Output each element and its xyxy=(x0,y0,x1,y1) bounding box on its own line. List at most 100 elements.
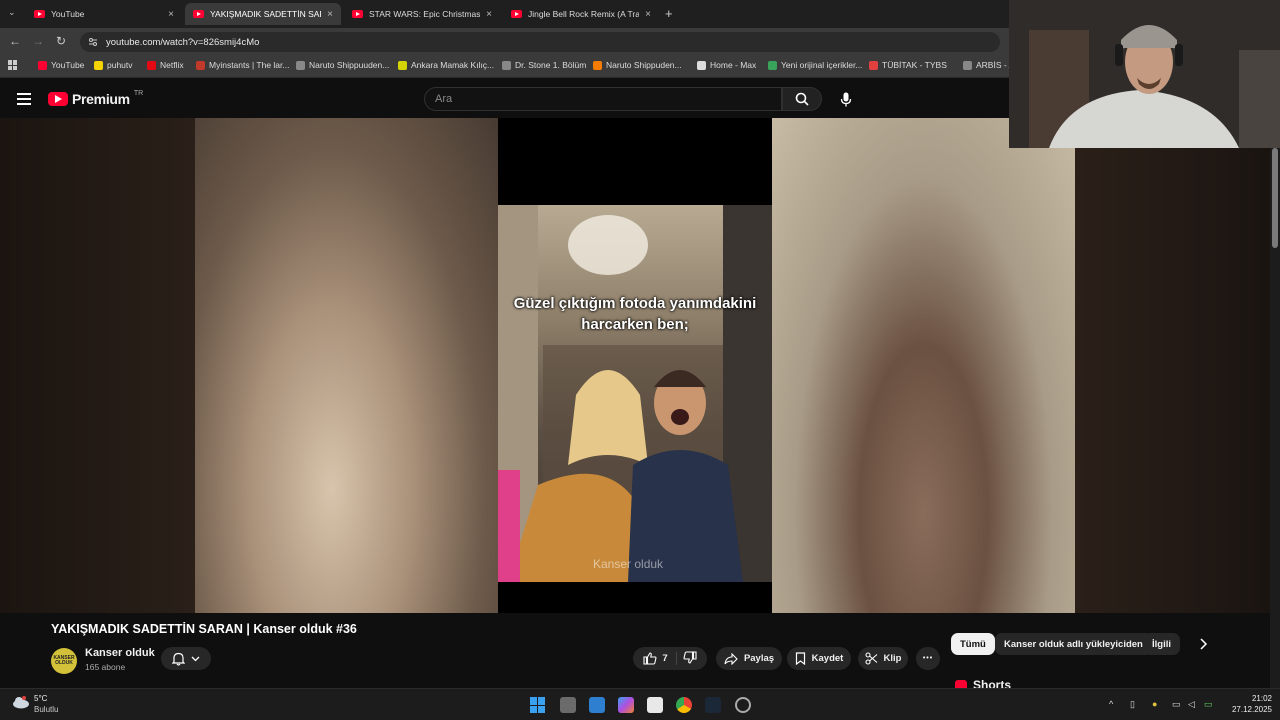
volume-icon[interactable]: ◁ xyxy=(1188,699,1195,710)
bookmark-favicon-icon xyxy=(38,60,47,70)
task-view-icon[interactable] xyxy=(560,697,576,713)
file-app-icon[interactable] xyxy=(589,697,605,713)
channel-name[interactable]: Kanser olduk xyxy=(85,647,155,659)
bookmark-item[interactable]: Netflix xyxy=(147,60,184,70)
bookmark-item[interactable]: Dr. Stone 1. Bölüm xyxy=(502,60,586,70)
bookmark-item[interactable]: Home - Max xyxy=(697,60,756,70)
steam-icon[interactable] xyxy=(705,697,721,713)
dislike-button[interactable] xyxy=(683,650,697,667)
forward-arrow-icon[interactable]: → xyxy=(32,34,44,48)
video-player[interactable]: Güzel çıktığım fotoda yanımdakini harcar… xyxy=(0,118,1270,613)
webcam-overlay xyxy=(1009,0,1280,148)
settings-gear-icon[interactable] xyxy=(735,697,751,713)
bookmark-favicon-icon xyxy=(196,60,205,70)
tab-close-icon[interactable]: × xyxy=(327,9,333,20)
bookmark-item[interactable]: Myinstants | The lar... xyxy=(196,60,289,70)
usb-icon[interactable]: ▯ xyxy=(1130,699,1135,710)
weather-temperature[interactable]: 5°C xyxy=(34,694,47,703)
store-icon[interactable] xyxy=(647,697,663,713)
microphone-icon xyxy=(840,92,852,106)
tab-jingle-bell[interactable]: Jingle Bell Rock Remix (A Trapp × xyxy=(503,3,659,25)
scrollbar-thumb[interactable] xyxy=(1272,148,1278,248)
menu-hamburger-icon[interactable] xyxy=(17,93,31,105)
network-icon[interactable]: ▭ xyxy=(1172,699,1181,710)
chevron-down-icon xyxy=(191,656,200,661)
chip-related[interactable]: İlgili xyxy=(1143,633,1180,655)
bookmark-favicon-icon xyxy=(697,60,706,70)
bookmark-item[interactable]: puhutv xyxy=(94,60,133,70)
bookmark-favicon-icon xyxy=(94,60,103,70)
player-background-left xyxy=(0,118,195,613)
clip-label: Klip xyxy=(883,653,902,664)
video-selfie-image: Güzel çıktığım fotoda yanımdakini harcar… xyxy=(498,205,772,582)
back-arrow-icon[interactable]: ← xyxy=(9,34,21,48)
bookmark-item[interactable]: Naruto Shippuuden... xyxy=(296,60,389,70)
video-frame[interactable]: Güzel çıktığım fotoda yanımdakini harcar… xyxy=(498,118,772,613)
selfie-illustration xyxy=(498,205,772,582)
windows-start-icon[interactable] xyxy=(530,697,546,713)
copilot-icon[interactable] xyxy=(618,697,634,713)
tab-close-icon[interactable]: × xyxy=(645,9,651,20)
video-watermark: Kanser olduk xyxy=(593,557,664,571)
player-background-right xyxy=(1075,118,1270,613)
bookmark-item[interactable]: Ankara Mamak Kılıç... xyxy=(398,60,494,70)
like-dislike-group: 7 xyxy=(633,647,707,670)
bookmark-label: Yeni orijinal içerikler... xyxy=(781,60,863,70)
tab-close-icon[interactable]: × xyxy=(486,9,492,20)
like-button[interactable]: 7 xyxy=(643,652,677,665)
clock-date[interactable]: 27.12.2025 xyxy=(1232,705,1272,714)
thumbs-up-icon xyxy=(643,652,657,665)
youtube-favicon-icon xyxy=(193,10,204,18)
bookmark-item[interactable]: YouTube xyxy=(38,60,84,70)
bookmark-favicon-icon xyxy=(398,60,407,70)
tray-expand-icon[interactable]: ^ xyxy=(1109,699,1113,709)
reload-icon[interactable]: ↻ xyxy=(56,34,66,48)
tab-search-icon[interactable]: ⌄ xyxy=(8,7,16,18)
site-info-icon[interactable] xyxy=(88,37,98,47)
chip-from-uploader[interactable]: Kanser olduk adlı yükleyiciden xyxy=(995,633,1152,655)
tab-close-icon[interactable]: × xyxy=(168,9,174,20)
page-scrollbar[interactable] xyxy=(1270,148,1280,688)
chrome-icon[interactable] xyxy=(676,697,692,713)
bookmark-item[interactable]: Yeni orijinal içerikler... xyxy=(768,60,862,70)
voice-search-button[interactable] xyxy=(832,87,860,111)
save-button[interactable]: Kaydet xyxy=(787,647,851,670)
chip-all[interactable]: Tümü xyxy=(951,633,995,655)
youtube-premium-logo[interactable]: Premium TR xyxy=(48,89,144,107)
subscriber-count: 165 abone xyxy=(85,662,126,672)
bookmark-label: Naruto Shippuuden... xyxy=(309,60,390,70)
youtube-favicon-icon xyxy=(34,10,45,18)
tab-star-wars[interactable]: STAR WARS: Epic Christmas Mu × xyxy=(344,3,500,25)
logo-country: TR xyxy=(133,89,144,97)
search-input[interactable]: Ara xyxy=(424,87,782,111)
battery-icon[interactable]: ▭ xyxy=(1204,699,1213,710)
tab-current-video[interactable]: YAKIŞMADIK SADETTİN SARAN × xyxy=(185,3,341,25)
video-caption-text: Güzel çıktığım fotoda yanımdakini harcar… xyxy=(513,295,757,333)
bookmark-icon xyxy=(795,652,805,665)
search-button[interactable] xyxy=(782,87,822,111)
bookmark-favicon-icon xyxy=(963,60,972,70)
url-text: youtube.com/watch?v=826smij4cMo xyxy=(106,36,260,48)
streamer-webcam-feed xyxy=(1009,0,1280,148)
subscription-bell-button[interactable] xyxy=(161,647,211,670)
channel-avatar[interactable]: KANSER OLDUK xyxy=(51,648,77,674)
chips-next-button[interactable] xyxy=(1198,637,1208,655)
bookmark-item[interactable]: Naruto Shippuden... xyxy=(593,60,682,70)
clip-button[interactable]: Klip xyxy=(858,647,908,670)
share-arrow-icon xyxy=(724,652,738,665)
bookmark-item[interactable]: TÜBİTAK - TYBS xyxy=(869,60,947,70)
new-tab-button[interactable]: + xyxy=(665,6,673,21)
weather-description[interactable]: Bulutlu xyxy=(34,705,58,714)
youtube-favicon-icon xyxy=(352,10,363,18)
mic-tray-icon[interactable]: ● xyxy=(1152,699,1157,709)
tab-youtube[interactable]: YouTube × xyxy=(26,3,182,25)
clock-time[interactable]: 21:02 xyxy=(1252,694,1272,703)
apps-grid-icon[interactable] xyxy=(8,60,18,70)
search-icon xyxy=(795,92,809,106)
bookmark-favicon-icon xyxy=(593,60,602,70)
youtube-header: Premium TR Ara xyxy=(0,79,1010,119)
share-button[interactable]: Paylaş xyxy=(716,647,782,670)
more-actions-button[interactable]: ••• xyxy=(916,647,940,670)
avatar-text: KANSER OLDUK xyxy=(53,655,75,666)
url-bar[interactable]: youtube.com/watch?v=826smij4cMo xyxy=(80,32,1000,52)
